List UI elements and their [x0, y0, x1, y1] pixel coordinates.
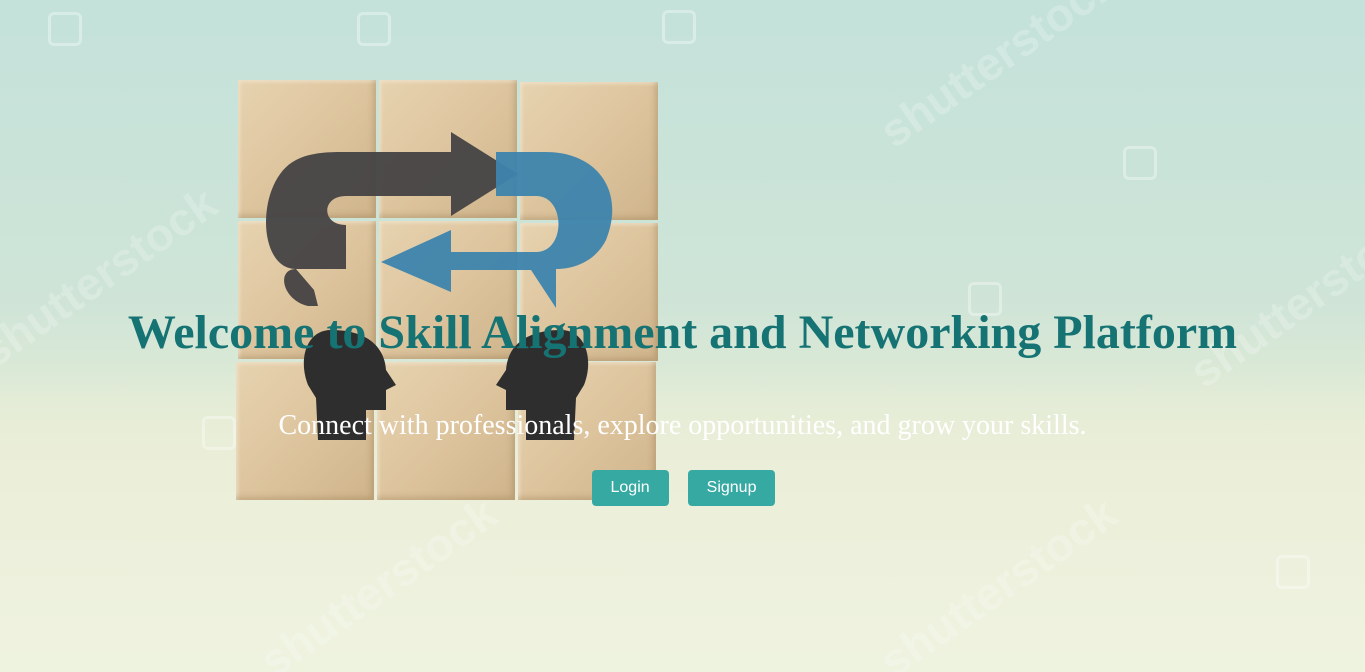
signup-button[interactable]: Signup: [687, 470, 776, 506]
watermark-icon: [1276, 555, 1310, 589]
hero-content: Welcome to Skill Alignment and Networkin…: [0, 300, 1365, 506]
watermark-icon: [48, 12, 82, 46]
watermark-icon: [357, 12, 391, 46]
watermark-icon: [1123, 146, 1157, 180]
auth-button-row: Login Signup: [0, 470, 1365, 506]
page-title: Welcome to Skill Alignment and Networkin…: [127, 306, 1238, 359]
watermark-icon: [662, 10, 696, 44]
watermark-text: shutterstock: [870, 0, 1127, 158]
hero-section: shutterstock shutterstock shutterstock s…: [0, 0, 1365, 672]
hero-subtitle: Connect with professionals, explore oppo…: [278, 410, 1087, 441]
login-button[interactable]: Login: [591, 470, 669, 506]
